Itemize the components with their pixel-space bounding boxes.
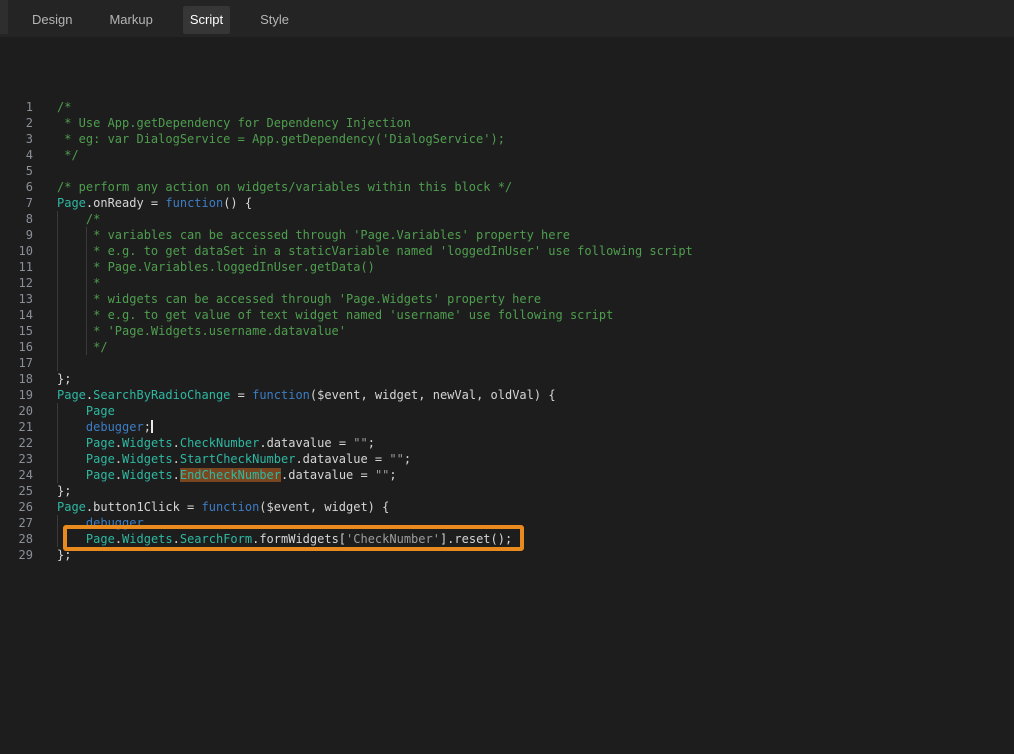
script-editor-screen: Design Markup Script Style 1/*2 * Use Ap… bbox=[0, 0, 1014, 754]
code-text: Page.SearchByRadioChange = function($eve… bbox=[57, 387, 556, 403]
code-line[interactable]: 5 bbox=[0, 163, 1014, 179]
code-text: Page bbox=[57, 403, 115, 419]
tab-markup[interactable]: Markup bbox=[102, 6, 159, 34]
line-number: 20 bbox=[0, 403, 33, 419]
code-area: 1/*2 * Use App.getDependency for Depende… bbox=[0, 99, 1014, 563]
indent-guide bbox=[57, 355, 58, 371]
code-text: /* bbox=[57, 99, 71, 115]
code-text: debugger bbox=[57, 515, 144, 531]
code-text: */ bbox=[57, 147, 79, 163]
code-line[interactable]: 24 Page.Widgets.EndCheckNumber.datavalue… bbox=[0, 467, 1014, 483]
line-number: 11 bbox=[0, 259, 33, 275]
code-line[interactable]: 1 /* bbox=[0, 99, 1014, 115]
tab-style[interactable]: Style bbox=[253, 6, 296, 34]
line-number: 19 bbox=[0, 387, 33, 403]
editor-mode-tab-bar: Design Markup Script Style bbox=[0, 0, 1014, 37]
line-number: 23 bbox=[0, 451, 33, 467]
code-text: * 'Page.Widgets.username.datavalue' bbox=[57, 323, 346, 339]
code-text: Page.onReady = function() { bbox=[57, 195, 252, 211]
code-text: Page.Widgets.CheckNumber.datavalue = ""; bbox=[57, 435, 375, 451]
line-number: 27 bbox=[0, 515, 33, 531]
line-number: 5 bbox=[0, 163, 33, 179]
code-text: Page.Widgets.StartCheckNumber.datavalue … bbox=[57, 451, 411, 467]
line-number: 15 bbox=[0, 323, 33, 339]
code-line[interactable]: 7 Page.onReady = function() { bbox=[0, 195, 1014, 211]
line-number: 10 bbox=[0, 243, 33, 259]
code-line[interactable]: 9 * variables can be accessed through 'P… bbox=[0, 227, 1014, 243]
code-line[interactable]: 4 */ bbox=[0, 147, 1014, 163]
code-line[interactable]: 28 Page.Widgets.SearchForm.formWidgets['… bbox=[0, 531, 1014, 547]
tabs: Design Markup Script Style bbox=[25, 4, 319, 34]
code-line[interactable]: 15 * 'Page.Widgets.username.datavalue' bbox=[0, 323, 1014, 339]
code-editor[interactable]: 1/*2 * Use App.getDependency for Depende… bbox=[0, 37, 1014, 754]
code-line[interactable]: 21 debugger; bbox=[0, 419, 1014, 435]
code-text: }; bbox=[57, 483, 71, 499]
tab-script[interactable]: Script bbox=[183, 6, 230, 34]
code-line[interactable]: 19 Page.SearchByRadioChange = function($e… bbox=[0, 387, 1014, 403]
code-line[interactable]: 23 Page.Widgets.StartCheckNumber.dataval… bbox=[0, 451, 1014, 467]
code-line[interactable]: 26 Page.button1Click = function($event, w… bbox=[0, 499, 1014, 515]
code-text: Page.Widgets.EndCheckNumber.datavalue = … bbox=[57, 467, 397, 483]
code-text: Page.button1Click = function($event, wid… bbox=[57, 499, 389, 515]
code-line[interactable]: 3 * eg: var DialogService = App.getDepen… bbox=[0, 131, 1014, 147]
code-line[interactable]: 25}; bbox=[0, 483, 1014, 499]
code-text: /* perform any action on widgets/variabl… bbox=[57, 179, 512, 195]
code-line[interactable]: 6 /* perform any action on widgets/variab… bbox=[0, 179, 1014, 195]
code-text: * eg: var DialogService = App.getDepende… bbox=[57, 131, 505, 147]
code-line[interactable]: 2 * Use App.getDependency for Dependency… bbox=[0, 115, 1014, 131]
line-number: 6 bbox=[0, 179, 33, 195]
code-line[interactable]: 29}; bbox=[0, 547, 1014, 563]
line-number: 9 bbox=[0, 227, 33, 243]
line-number: 28 bbox=[0, 531, 33, 547]
code-text: Page.Widgets.SearchForm.formWidgets['Che… bbox=[57, 531, 512, 547]
line-number: 12 bbox=[0, 275, 33, 291]
code-text: * variables can be accessed through 'Pag… bbox=[57, 227, 570, 243]
code-line[interactable]: 27 debugger bbox=[0, 515, 1014, 531]
line-number: 29 bbox=[0, 547, 33, 563]
line-number: 24 bbox=[0, 467, 33, 483]
code-text: * widgets can be accessed through 'Page.… bbox=[57, 291, 541, 307]
line-number: 4 bbox=[0, 147, 33, 163]
code-line[interactable]: 10 * e.g. to get dataSet in a staticVari… bbox=[0, 243, 1014, 259]
left-panel-edge bbox=[0, 0, 8, 34]
code-text: /* bbox=[57, 211, 100, 227]
code-text: }; bbox=[57, 371, 71, 387]
code-text: debugger; bbox=[57, 419, 153, 435]
text-cursor bbox=[151, 420, 153, 433]
code-line[interactable]: 20 Page bbox=[0, 403, 1014, 419]
line-number: 8 bbox=[0, 211, 33, 227]
code-line[interactable]: 14 * e.g. to get value of text widget na… bbox=[0, 307, 1014, 323]
line-number: 14 bbox=[0, 307, 33, 323]
line-number: 16 bbox=[0, 339, 33, 355]
code-text: * bbox=[57, 275, 100, 291]
line-number: 25 bbox=[0, 483, 33, 499]
line-number: 26 bbox=[0, 499, 33, 515]
line-number: 17 bbox=[0, 355, 33, 371]
code-line[interactable]: 22 Page.Widgets.CheckNumber.datavalue = … bbox=[0, 435, 1014, 451]
code-line[interactable]: 13 * widgets can be accessed through 'Pa… bbox=[0, 291, 1014, 307]
code-line[interactable]: 11 * Page.Variables.loggedInUser.getData… bbox=[0, 259, 1014, 275]
code-line[interactable]: 17 bbox=[0, 355, 1014, 371]
line-number: 3 bbox=[0, 131, 33, 147]
line-number: 1 bbox=[0, 99, 33, 115]
line-number: 7 bbox=[0, 195, 33, 211]
line-number: 18 bbox=[0, 371, 33, 387]
code-line[interactable]: 12 * bbox=[0, 275, 1014, 291]
line-number: 22 bbox=[0, 435, 33, 451]
line-number: 21 bbox=[0, 419, 33, 435]
code-line[interactable]: 8 /* bbox=[0, 211, 1014, 227]
code-text: * Page.Variables.loggedInUser.getData() bbox=[57, 259, 375, 275]
code-text: }; bbox=[57, 547, 71, 563]
code-line[interactable]: 16 */ bbox=[0, 339, 1014, 355]
line-number: 13 bbox=[0, 291, 33, 307]
code-text: * e.g. to get dataSet in a staticVariabl… bbox=[57, 243, 693, 259]
code-text: * e.g. to get value of text widget named… bbox=[57, 307, 613, 323]
code-line[interactable]: 18}; bbox=[0, 371, 1014, 387]
code-text: * Use App.getDependency for Dependency I… bbox=[57, 115, 411, 131]
code-text: */ bbox=[57, 339, 108, 355]
line-number: 2 bbox=[0, 115, 33, 131]
tab-design[interactable]: Design bbox=[25, 6, 79, 34]
